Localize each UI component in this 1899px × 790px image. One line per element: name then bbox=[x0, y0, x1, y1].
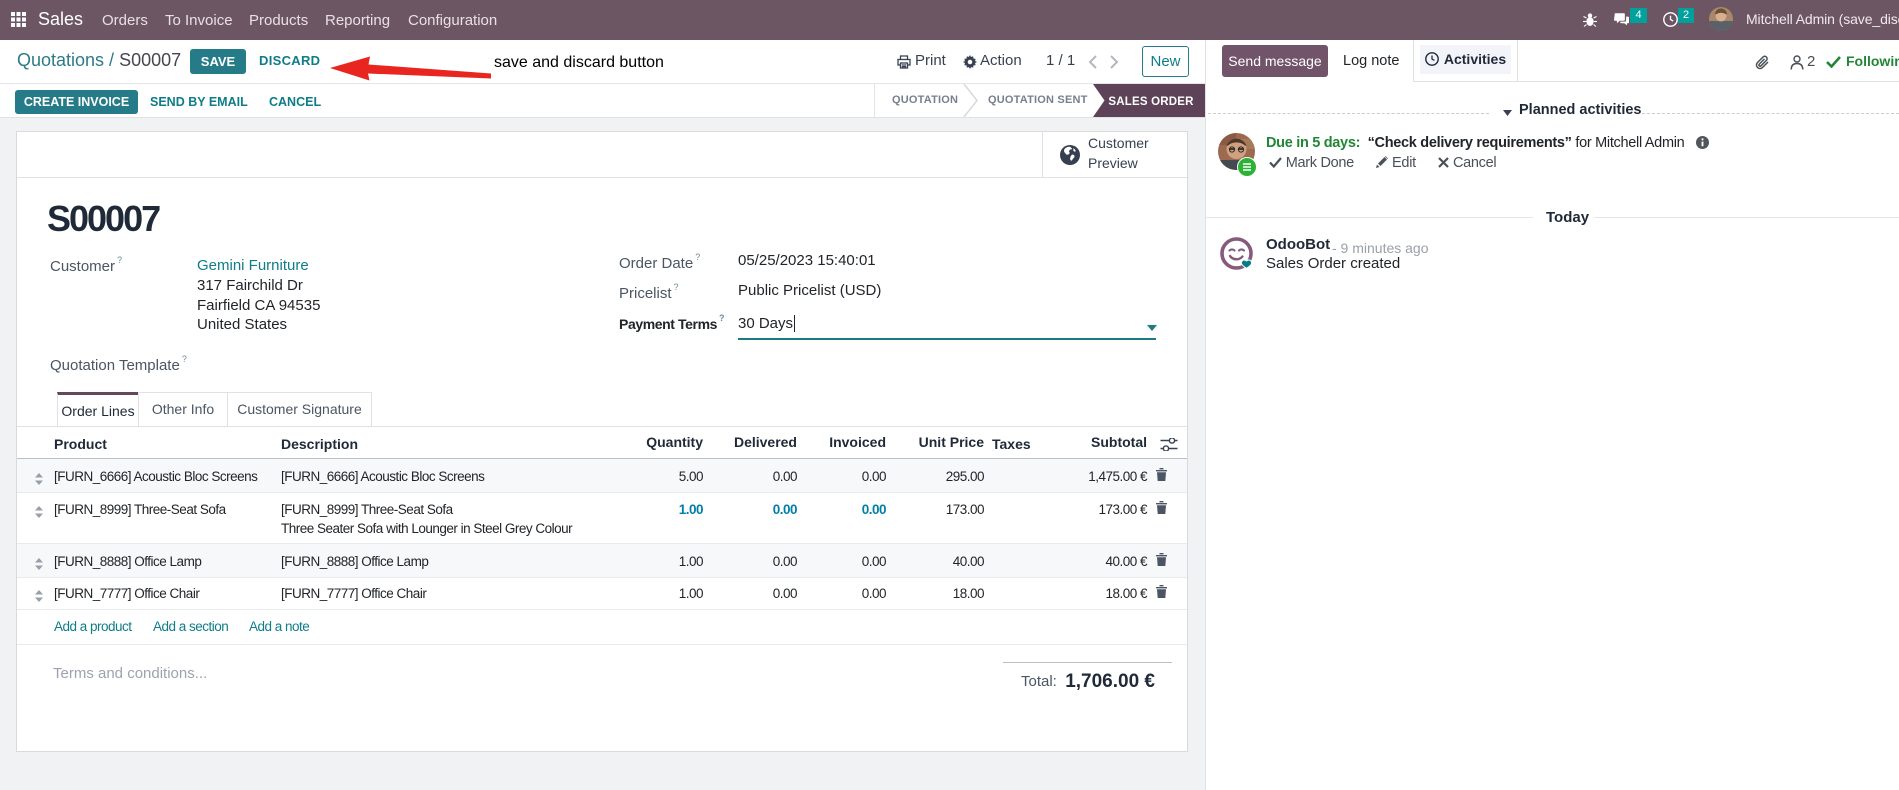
svg-text:SALES ORDER: SALES ORDER bbox=[1108, 96, 1194, 108]
